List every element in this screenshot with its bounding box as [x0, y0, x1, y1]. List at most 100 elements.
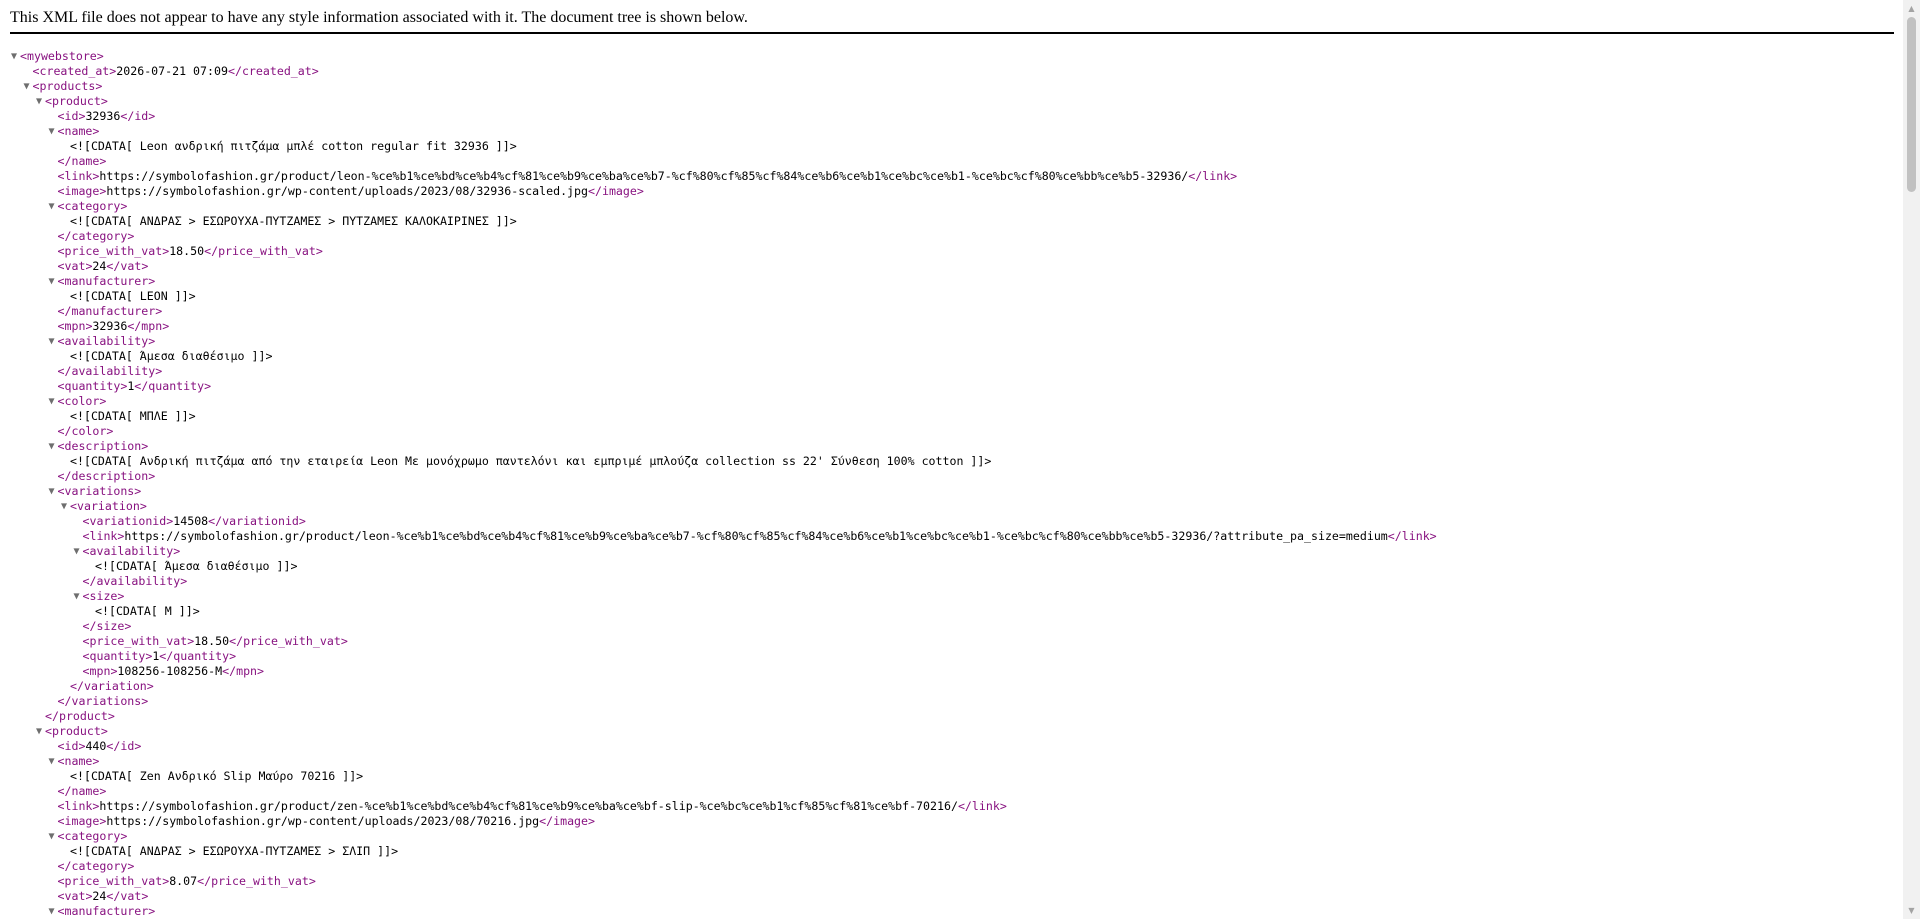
- xml-line: </category>: [0, 859, 1437, 874]
- xml-line[interactable]: ▼ <size>: [0, 589, 1437, 604]
- xml-line: </variations>: [0, 694, 1437, 709]
- xml-line[interactable]: ▼ <category>: [0, 199, 1437, 214]
- collapse-triangle-icon[interactable]: ▼: [36, 94, 42, 109]
- collapse-triangle-icon[interactable]: ▼: [49, 334, 55, 349]
- xml-close-tag: </size>: [82, 619, 132, 633]
- xml-close-tag: </name>: [57, 784, 107, 798]
- collapse-triangle-icon[interactable]: ▼: [74, 589, 80, 604]
- xml-line[interactable]: ▼ <availability>: [0, 544, 1437, 559]
- xml-tag-name: manufacturer: [64, 274, 149, 288]
- xml-line: </availability>: [0, 574, 1437, 589]
- xml-tag-name: price_with_vat: [64, 244, 163, 258]
- xml-close-tag: </product>: [45, 709, 115, 723]
- scroll-up-arrow-icon[interactable]: ▲: [1903, 0, 1920, 17]
- xml-close-tag: </manufacturer>: [57, 304, 163, 318]
- xml-text-content: 32936: [92, 319, 128, 333]
- xml-open-tag: <mpn>: [82, 664, 118, 678]
- xml-line: <image>https://symbolofashion.gr/wp-cont…: [0, 814, 1437, 829]
- xml-close-tag: </name>: [57, 154, 107, 168]
- xml-tag-name: size: [96, 619, 125, 633]
- xml-close-tag: </link>: [1387, 529, 1437, 543]
- xml-open-tag: <mpn>: [57, 319, 93, 333]
- xml-text-content: 108256-108256-M: [117, 664, 223, 678]
- xml-line: </name>: [0, 784, 1437, 799]
- xml-text-content: https://symbolofashion.gr/wp-content/upl…: [106, 184, 588, 198]
- xml-line[interactable]: ▼ <name>: [0, 124, 1437, 139]
- collapse-triangle-icon[interactable]: ▼: [61, 499, 67, 514]
- collapse-triangle-icon[interactable]: ▼: [49, 199, 55, 214]
- xml-open-tag: <image>: [57, 814, 107, 828]
- xml-text-content: https://symbolofashion.gr/wp-content/upl…: [106, 814, 540, 828]
- collapse-triangle-icon[interactable]: ▼: [49, 754, 55, 769]
- xml-tag-name: name: [71, 784, 100, 798]
- xml-text-content: <![CDATA[ ΑΝΔΡΑΣ > ΕΣΩΡΟΥΧΑ-ΠΥΤΖΑΜΕΣ > Π…: [70, 214, 517, 228]
- xml-line: <created_at>2026-07-21 07:09</created_at…: [0, 64, 1437, 79]
- xml-open-tag: <availability>: [57, 334, 156, 348]
- xml-text-content: https://symbolofashion.gr/product/zen-%c…: [99, 799, 958, 813]
- xml-tag-name: color: [71, 424, 107, 438]
- xml-line[interactable]: ▼ <manufacturer>: [0, 904, 1437, 919]
- collapse-triangle-icon[interactable]: ▼: [49, 904, 55, 919]
- xml-text-content: <![CDATA[ M ]]>: [95, 604, 200, 618]
- collapse-triangle-icon[interactable]: ▼: [49, 439, 55, 454]
- xml-line: <![CDATA[ Zen Ανδρικό Slip Μαύρο 70216 ]…: [0, 769, 1437, 784]
- xml-line[interactable]: ▼ <variation>: [0, 499, 1437, 514]
- collapse-triangle-icon[interactable]: ▼: [74, 544, 80, 559]
- xml-line[interactable]: ▼ <mywebstore>: [0, 49, 1437, 64]
- xml-line[interactable]: ▼ <product>: [0, 94, 1437, 109]
- collapse-triangle-icon[interactable]: ▼: [49, 829, 55, 844]
- collapse-triangle-icon[interactable]: ▼: [24, 79, 30, 94]
- scroll-down-arrow-icon[interactable]: ▼: [1903, 902, 1920, 919]
- xml-tag-name: link: [64, 169, 93, 183]
- xml-line: <![CDATA[ LEON ]]>: [0, 289, 1437, 304]
- xml-tag-name: vat: [64, 259, 86, 273]
- xml-close-tag: </availability>: [57, 364, 163, 378]
- xml-tag-name: variationid: [89, 514, 167, 528]
- xml-tag-name: mpn: [89, 664, 111, 678]
- xml-close-tag: </variations>: [57, 694, 149, 708]
- xml-line[interactable]: ▼ <availability>: [0, 334, 1437, 349]
- xml-line[interactable]: ▼ <variations>: [0, 484, 1437, 499]
- xml-tag-name: products: [39, 79, 96, 93]
- xml-tag-name: variation: [76, 499, 140, 513]
- xml-open-tag: <color>: [57, 394, 107, 408]
- xml-tag-name: category: [64, 199, 121, 213]
- xml-line: </color>: [0, 424, 1437, 439]
- xml-close-tag: </category>: [57, 859, 135, 873]
- collapse-triangle-icon[interactable]: ▼: [49, 124, 55, 139]
- vertical-scrollbar[interactable]: ▲ ▼: [1903, 0, 1920, 919]
- xml-line[interactable]: ▼ <description>: [0, 439, 1437, 454]
- xml-close-tag: </price_with_vat>: [204, 244, 323, 258]
- collapse-triangle-icon[interactable]: ▼: [49, 484, 55, 499]
- xml-open-tag: <product>: [45, 94, 108, 108]
- xml-close-tag: </description>: [57, 469, 156, 483]
- xml-text-content: <![CDATA[ Leon ανδρική πιτζάμα μπλέ cott…: [70, 139, 517, 153]
- collapse-triangle-icon[interactable]: ▼: [36, 724, 42, 739]
- collapse-triangle-icon[interactable]: ▼: [49, 274, 55, 289]
- xml-line[interactable]: ▼ <category>: [0, 829, 1437, 844]
- xml-line: <price_with_vat>18.50</price_with_vat>: [0, 634, 1437, 649]
- xml-text-content: 8.07: [169, 874, 198, 888]
- xml-line[interactable]: ▼ <name>: [0, 754, 1437, 769]
- xml-tag-name: vat: [120, 259, 142, 273]
- xml-open-tag: <quantity>: [82, 649, 153, 663]
- xml-line: </availability>: [0, 364, 1437, 379]
- xml-tag-name: manufacturer: [71, 304, 156, 318]
- xml-text-content: 24: [92, 889, 107, 903]
- xml-text-content: 14508: [173, 514, 209, 528]
- collapse-triangle-icon[interactable]: ▼: [11, 49, 17, 64]
- xml-line[interactable]: ▼ <products>: [0, 79, 1437, 94]
- xml-line: <![CDATA[ Άμεσα διαθέσιμο ]]>: [0, 559, 1437, 574]
- xml-open-tag: <price_with_vat>: [57, 874, 170, 888]
- xml-open-tag: <vat>: [57, 889, 93, 903]
- xml-line[interactable]: ▼ <manufacturer>: [0, 274, 1437, 289]
- xml-tag-name: price_with_vat: [64, 874, 163, 888]
- xml-line: </description>: [0, 469, 1437, 484]
- xml-line[interactable]: ▼ <color>: [0, 394, 1437, 409]
- xml-open-tag: <created_at>: [32, 64, 117, 78]
- xml-open-tag: <category>: [57, 829, 128, 843]
- xml-line[interactable]: ▼ <product>: [0, 724, 1437, 739]
- collapse-triangle-icon[interactable]: ▼: [49, 394, 55, 409]
- scrollbar-thumb[interactable]: [1907, 17, 1916, 192]
- xml-close-tag: </variation>: [70, 679, 154, 693]
